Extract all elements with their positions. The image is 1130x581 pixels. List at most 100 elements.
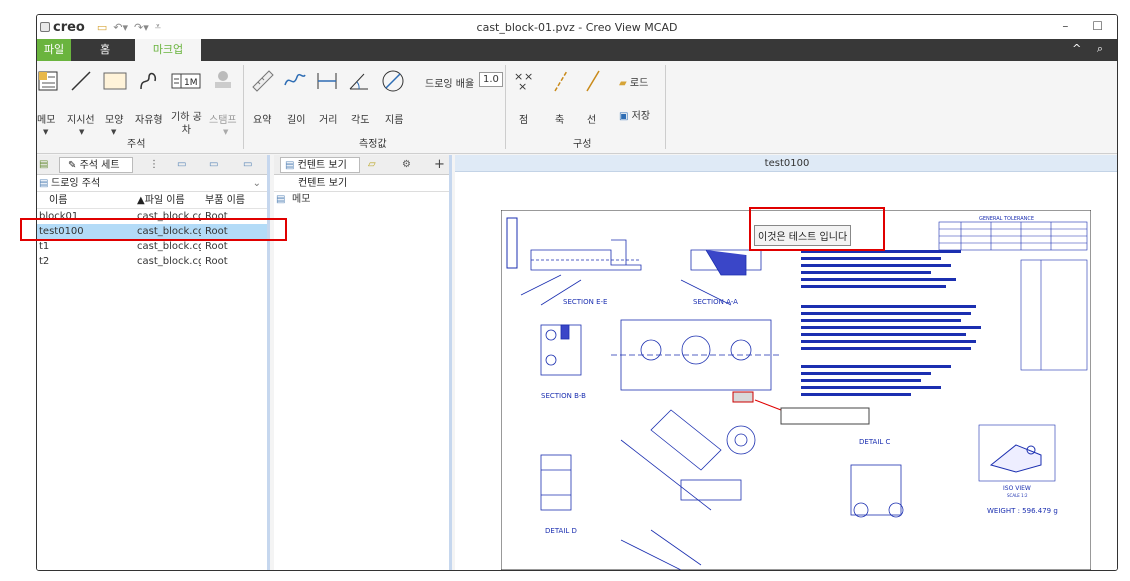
drawing-sheet: SECTION E-E SECTION A-A GENERAL TOLERANC… bbox=[501, 210, 1091, 570]
tab-file[interactable]: 파일 bbox=[37, 39, 71, 61]
note-icon[interactable] bbox=[37, 69, 61, 93]
content-view-tab-label: 컨텐트 보기 bbox=[297, 160, 347, 171]
tool-note-label: 메모 bbox=[37, 115, 56, 126]
group-separator bbox=[665, 65, 666, 149]
distance-icon[interactable] bbox=[315, 69, 339, 93]
column-part-name[interactable]: 부품 이름 bbox=[205, 192, 245, 209]
panel-tabs: ▤ ✎ 주석 세트 ⋮ ▭ ▭ ▭ bbox=[37, 155, 267, 175]
table-row[interactable]: t2 cast_block.cgr Root bbox=[37, 254, 267, 269]
iso-scale-label: SCALE 1:2 bbox=[1007, 493, 1028, 498]
tool-point-label: 점 bbox=[519, 115, 529, 126]
callout-highlight bbox=[749, 207, 885, 251]
tool-summary-label: 요약 bbox=[253, 115, 272, 126]
leader-icon[interactable] bbox=[69, 69, 93, 93]
notes-tab-icon[interactable]: ▱ bbox=[368, 157, 376, 173]
ribbon-collapse-search[interactable]: ^ ⌕ bbox=[1072, 42, 1109, 56]
annotation-type-dropdown[interactable]: ▤ 드로잉 주석 ⌄ bbox=[37, 175, 267, 192]
note-menu-caret[interactable]: ▼ bbox=[43, 128, 48, 136]
load-button[interactable]: ▰ 로드 bbox=[619, 74, 648, 89]
viewer-header: test0100 bbox=[455, 155, 1117, 172]
group-separator bbox=[505, 65, 506, 149]
tab-annotation-set[interactable]: ✎ 주석 세트 bbox=[59, 157, 133, 173]
add-tab-button[interactable]: + bbox=[434, 157, 445, 173]
stamp-menu-caret[interactable]: ▼ bbox=[223, 128, 228, 136]
save-label: 저장 bbox=[631, 111, 651, 122]
summary-icon[interactable] bbox=[251, 69, 275, 93]
tool-diameter-label: 지름 bbox=[385, 115, 404, 126]
row-name: t1 bbox=[39, 241, 50, 252]
tool-gtol-label: 기하 공 차 bbox=[171, 112, 202, 136]
detail-d-label: DETAIL D bbox=[545, 527, 577, 535]
view-tab-icon-2[interactable]: ▭ bbox=[209, 157, 218, 173]
annotation-set-icon: ✎ bbox=[68, 160, 77, 171]
row-part: Root bbox=[205, 241, 228, 252]
drawing-scale-input[interactable]: 1.0 bbox=[479, 72, 503, 87]
svg-text:1M: 1M bbox=[184, 78, 198, 88]
tree-structure-tab-icon[interactable]: ⋮ bbox=[149, 157, 159, 173]
group-measure: 측정값 bbox=[359, 139, 387, 150]
column-file-name[interactable]: ▲파일 이름 bbox=[137, 192, 185, 209]
ribbon-tab-bar: 파일 홈 마크업 ^ ⌕ bbox=[37, 39, 1117, 61]
leader-menu-caret[interactable]: ▼ bbox=[79, 128, 84, 136]
group-annotation: 주석 bbox=[127, 139, 146, 150]
row-name: t2 bbox=[39, 256, 50, 267]
group-separator bbox=[243, 65, 244, 149]
group-construct: 구성 bbox=[573, 139, 592, 150]
window-controls[interactable]: – ☐ bbox=[1062, 19, 1113, 33]
tool-angle-label: 각도 bbox=[351, 115, 370, 126]
content-panel-tabs: ▤ 컨텐트 보기 ▱ ⚙ + bbox=[274, 155, 449, 175]
model-tree-tab-icon[interactable]: ▤ bbox=[39, 157, 48, 173]
shape-icon[interactable] bbox=[103, 69, 127, 93]
tool-stamp-label: 스탬프 bbox=[209, 115, 237, 126]
gtol-icon[interactable]: 1M bbox=[171, 69, 201, 93]
row-file: cast_block.cgr bbox=[137, 241, 201, 252]
stamp-icon[interactable] bbox=[211, 69, 235, 93]
length-icon[interactable] bbox=[283, 69, 307, 93]
title-bar: creo ▭ ↶▾ ↷▾ ⩡ cast_block-01.pvz - Creo … bbox=[37, 15, 1117, 39]
section-aa-label: SECTION A-A bbox=[693, 298, 738, 306]
view-tab-icon-3[interactable]: ▭ bbox=[243, 157, 252, 173]
angle-icon[interactable] bbox=[347, 69, 371, 93]
section-bb-label: SECTION B-B bbox=[541, 392, 586, 400]
list-item[interactable]: ▤ 메모 bbox=[274, 192, 449, 207]
drawing-scale-label: 드로잉 배율 bbox=[425, 79, 475, 90]
ribbon: 1M 메모 지시선 모양 자유형 기하 공 차 스탬프 ▼ ▼ ▼ ▼ 주석 요… bbox=[37, 61, 1117, 154]
freeform-icon[interactable] bbox=[137, 69, 161, 93]
detail-c-label: DETAIL C bbox=[859, 438, 891, 446]
tool-leader-label: 지시선 bbox=[67, 115, 95, 126]
shape-menu-caret[interactable]: ▼ bbox=[111, 128, 116, 136]
content-view-icon: ▤ bbox=[285, 160, 295, 171]
drawing-annotation-icon: ▤ bbox=[39, 178, 49, 189]
load-folder-icon: ▰ bbox=[619, 78, 627, 89]
chevron-down-icon: ⌄ bbox=[252, 178, 261, 189]
weight-label: WEIGHT : 596.479 g bbox=[987, 507, 1058, 515]
iso-view-label: ISO VIEW bbox=[1003, 485, 1031, 492]
tool-axis-label: 축 bbox=[555, 115, 565, 126]
tool-distance-label: 거리 bbox=[319, 115, 338, 126]
tool-freeform-label: 자유형 bbox=[135, 115, 163, 126]
settings-tab-icon[interactable]: ⚙ bbox=[402, 157, 411, 173]
line-icon[interactable] bbox=[581, 69, 605, 93]
tool-line-label: 선 bbox=[587, 115, 597, 126]
tab-markup[interactable]: 마크업 bbox=[135, 39, 201, 61]
app-window: creo ▭ ↶▾ ↷▾ ⩡ cast_block-01.pvz - Creo … bbox=[36, 14, 1118, 571]
section-ee-label: SECTION E-E bbox=[563, 298, 607, 306]
axis-icon[interactable] bbox=[549, 69, 573, 93]
view-tab-icon-1[interactable]: ▭ bbox=[177, 157, 186, 173]
svg-text:×: × bbox=[518, 80, 527, 93]
point-icon[interactable]: × ×× bbox=[513, 69, 537, 93]
column-name[interactable]: 이름 bbox=[49, 192, 67, 209]
annotation-set-tab-label: 주석 세트 bbox=[79, 160, 120, 171]
annotation-table-header: 이름 ▲파일 이름 부품 이름 bbox=[37, 192, 267, 209]
table-row[interactable]: t1 cast_block.cgr Root bbox=[37, 239, 267, 254]
content-view-header: 컨텐트 보기 bbox=[274, 175, 449, 192]
save-button[interactable]: ▣ 저장 bbox=[619, 107, 650, 122]
selected-row-highlight bbox=[20, 218, 287, 241]
memo-label: 메모 bbox=[292, 194, 311, 205]
tool-shape-label: 모양 bbox=[105, 115, 124, 126]
window-title: cast_block-01.pvz - Creo View MCAD bbox=[476, 21, 678, 34]
diameter-icon[interactable] bbox=[381, 69, 405, 93]
general-tolerance-label: GENERAL TOLERANCE bbox=[979, 216, 1034, 222]
tab-home[interactable]: 홈 bbox=[89, 39, 121, 61]
tab-content-view[interactable]: ▤ 컨텐트 보기 bbox=[280, 157, 360, 173]
